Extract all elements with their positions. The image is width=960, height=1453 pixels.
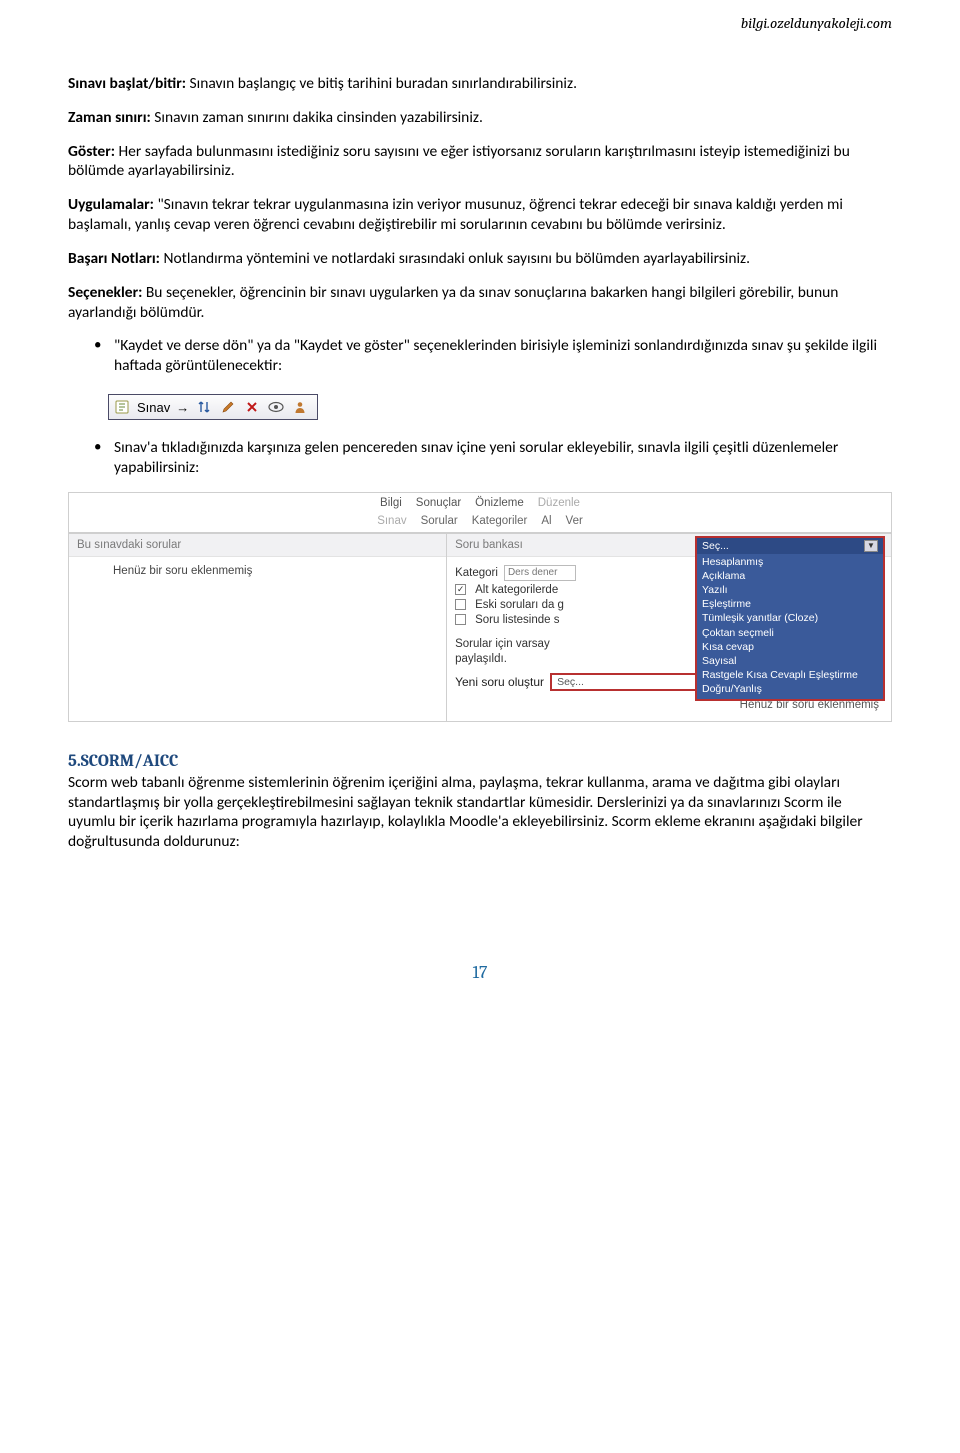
dd-item-mchoice[interactable]: Çoktan seçmeli xyxy=(702,626,878,640)
label: Zaman sınırı: xyxy=(68,108,151,127)
left-pane: Bu sınavdaki sorular Henüz bir soru ekle… xyxy=(69,533,447,721)
checkbox-old[interactable] xyxy=(455,599,466,610)
chk-label-list: Soru listesinde s xyxy=(475,614,559,626)
tabs-secondary: Sınav Sorular Kategoriler Al Ver xyxy=(69,512,891,533)
dd-item-truefalse[interactable]: Doğru/Yanlış xyxy=(702,682,878,696)
shared-text: paylaşıldı. xyxy=(455,653,507,665)
dropdown-list: Hesaplanmış Açıklama Yazılı Eşleştirme T… xyxy=(697,554,883,700)
kategori-select[interactable]: Ders dener xyxy=(504,565,576,581)
label: Uygulamalar: xyxy=(68,195,154,214)
right-pane: Soru bankası Kategori Ders dener ✓ Alt k… xyxy=(447,533,891,721)
tab-duzenle[interactable]: Düzenle xyxy=(538,497,580,509)
dropdown-selected: Seç... xyxy=(702,540,729,552)
arrow-icon: → xyxy=(176,400,189,415)
text: Bu seçenekler, öğrencinin bir sınavı uyg… xyxy=(68,283,838,322)
new-question-select-value: Seç... xyxy=(557,676,584,688)
dd-item-desc[interactable]: Açıklama xyxy=(702,569,878,583)
subtab-sorular[interactable]: Sorular xyxy=(421,515,458,527)
dd-item-randmatch[interactable]: Rastgele Kısa Cevaplı Eşleştirme xyxy=(702,668,878,682)
para-grades: Başarı Notları: Notlandırma yöntemini ve… xyxy=(68,249,892,269)
user-icon[interactable] xyxy=(291,398,309,416)
para-start-finish: Sınavı başlat/bitir: Sınavın başlangıç v… xyxy=(68,74,892,94)
dd-item-cloze[interactable]: Tümleşik yanıtlar (Cloze) xyxy=(702,611,878,625)
dd-item-short[interactable]: Kısa cevap xyxy=(702,640,878,654)
left-pane-head: Bu sınavdaki sorular xyxy=(69,534,446,557)
subtab-sinav[interactable]: Sınav xyxy=(377,515,406,527)
text: "Sınavın tekrar tekrar uygulanmasına izi… xyxy=(68,195,843,234)
bullet-text: Sınav'a tıkladığınızda karşınıza gelen p… xyxy=(114,438,892,478)
question-editor-panel: Bilgi Sonuçlar Önizleme Düzenle Sınav So… xyxy=(68,492,892,722)
label: Başarı Notları: xyxy=(68,249,160,268)
bullet-marker: • xyxy=(94,438,114,478)
preview-icon[interactable] xyxy=(267,398,285,416)
bullet-save: • "Kaydet ve derse dön" ya da "Kaydet ve… xyxy=(68,336,892,376)
text: Sınavın zaman sınırını dakika cinsinden … xyxy=(151,108,483,127)
new-question-label: Yeni soru oluştur xyxy=(455,675,544,689)
dd-item-match[interactable]: Eşleştirme xyxy=(702,597,878,611)
subtab-kategoriler[interactable]: Kategoriler xyxy=(472,515,528,527)
question-type-dropdown[interactable]: Seç... ▼ Hesaplanmış Açıklama Yazılı Eşl… xyxy=(695,536,885,702)
dd-item-numeric[interactable]: Sayısal xyxy=(702,654,878,668)
checkbox-list[interactable] xyxy=(455,614,466,625)
default-context-a: Sorular için varsay xyxy=(455,638,550,650)
label: Seçenekler: xyxy=(68,283,142,302)
para-time-limit: Zaman sınırı: Sınavın zaman sınırını dak… xyxy=(68,108,892,128)
tab-onizleme[interactable]: Önizleme xyxy=(475,497,524,509)
text: Notlandırma yöntemini ve notlardaki sıra… xyxy=(160,249,750,268)
scorm-heading: 5.SCORM/AICC xyxy=(68,752,892,771)
scorm-body: Scorm web tabanlı öğrenme sistemlerinin … xyxy=(68,773,892,852)
delete-icon[interactable] xyxy=(243,398,261,416)
dd-item-calc[interactable]: Hesaplanmış xyxy=(702,555,878,569)
checkbox-subcat[interactable]: ✓ xyxy=(455,584,466,595)
tab-bilgi[interactable]: Bilgi xyxy=(380,497,402,509)
site-url: bilgi.ozeldunyakoleji.com xyxy=(68,14,892,32)
text: Sınavın başlangıç ve bitiş tarihini bura… xyxy=(186,74,577,93)
exam-toolbar: Sınav → xyxy=(108,394,318,420)
bullet-click-exam: • Sınav'a tıkladığınızda karşınıza gelen… xyxy=(68,438,892,478)
label: Sınavı başlat/bitir: xyxy=(68,74,186,93)
subtab-ver[interactable]: Ver xyxy=(566,515,583,527)
page-number: 17 xyxy=(68,962,892,983)
kategori-label: Kategori xyxy=(455,567,498,579)
text: Her sayfada bulunmasını istediğiniz soru… xyxy=(68,142,850,181)
no-questions-msg: Henüz bir soru eklenmemiş xyxy=(113,565,438,577)
sort-icon[interactable] xyxy=(195,398,213,416)
tab-sonuclar[interactable]: Sonuçlar xyxy=(416,497,461,509)
bullet-marker: • xyxy=(94,336,114,376)
chk-label-subcat: Alt kategorilerde xyxy=(475,584,558,596)
para-options: Seçenekler: Bu seçenekler, öğrencinin bi… xyxy=(68,283,892,323)
para-show: Göster: Her sayfada bulunmasını istediği… xyxy=(68,142,892,182)
tabs-primary: Bilgi Sonuçlar Önizleme Düzenle xyxy=(69,493,891,512)
chk-label-old: Eski soruları da g xyxy=(475,599,564,611)
dd-item-essay[interactable]: Yazılı xyxy=(702,583,878,597)
para-applications: Uygulamalar: "Sınavın tekrar tekrar uygu… xyxy=(68,195,892,235)
label: Göster: xyxy=(68,142,115,161)
chevron-down-icon[interactable]: ▼ xyxy=(864,540,878,552)
subtab-al[interactable]: Al xyxy=(541,515,551,527)
note-icon[interactable] xyxy=(113,398,131,416)
exam-label[interactable]: Sınav xyxy=(137,400,170,415)
bullet-text: "Kaydet ve derse dön" ya da "Kaydet ve g… xyxy=(114,336,892,376)
edit-icon[interactable] xyxy=(219,398,237,416)
